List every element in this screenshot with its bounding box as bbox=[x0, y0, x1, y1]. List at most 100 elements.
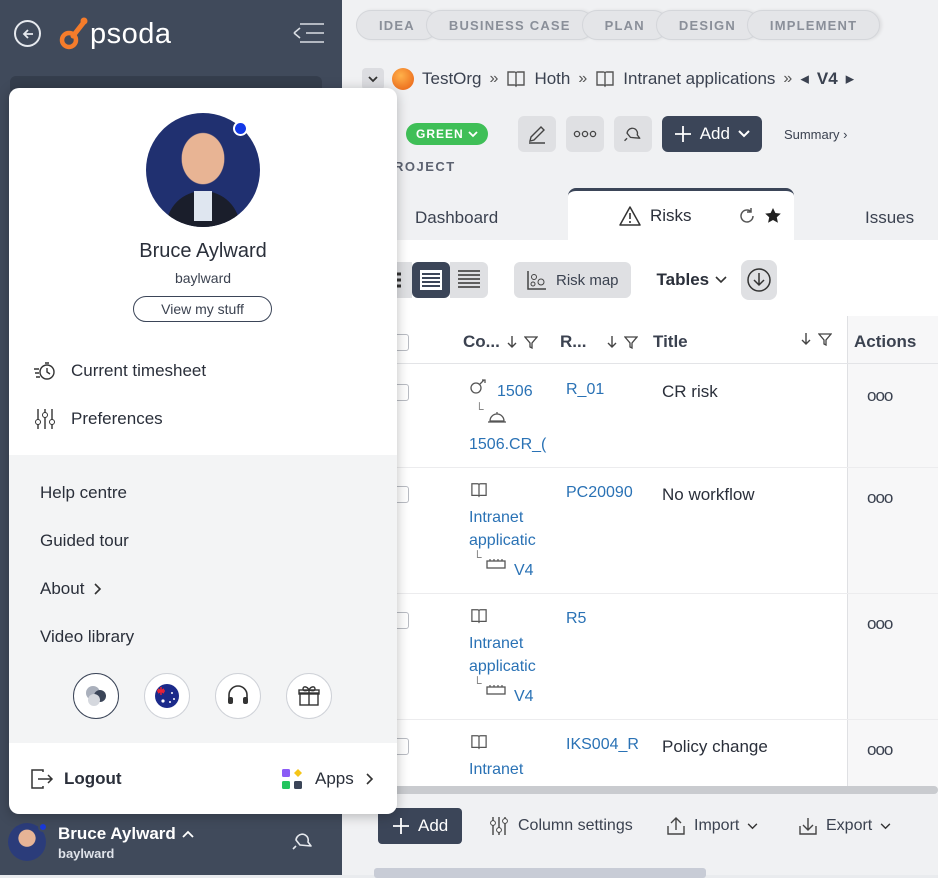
breadcrumb-toggle[interactable] bbox=[362, 68, 384, 90]
row-code-sub-link[interactable]: 1506.CR_( bbox=[469, 436, 546, 454]
add-button[interactable]: Add bbox=[661, 116, 762, 152]
row-ref-link[interactable]: R5 bbox=[566, 610, 586, 628]
more-options-button[interactable] bbox=[565, 116, 604, 152]
back-icon[interactable] bbox=[14, 20, 41, 47]
summary-link[interactable]: Summary › bbox=[784, 127, 848, 142]
row-code-link[interactable]: Intranet bbox=[469, 635, 523, 653]
row-ref-link[interactable]: R_01 bbox=[566, 381, 604, 399]
stage-bar: IDEA BUSINESS CASE PLAN DESIGN IMPLEMENT bbox=[356, 10, 881, 40]
row-version-link[interactable]: V4 bbox=[514, 562, 534, 580]
tab-issues[interactable]: Issues bbox=[865, 208, 914, 228]
notifications-button[interactable] bbox=[613, 116, 652, 152]
table-header: Co... R... Title bbox=[342, 324, 938, 364]
bell-icon bbox=[623, 127, 641, 142]
col-code-label: Co... bbox=[463, 332, 500, 351]
view-compact-button[interactable] bbox=[450, 262, 488, 298]
col-code[interactable]: Co... bbox=[463, 332, 538, 352]
risk-map-button[interactable]: Risk map bbox=[514, 262, 631, 298]
import-button[interactable]: Import bbox=[666, 808, 758, 844]
chevron-down-icon bbox=[747, 822, 758, 829]
bell-icon[interactable] bbox=[290, 828, 316, 854]
stage-implement[interactable]: IMPLEMENT bbox=[746, 10, 881, 40]
view-my-stuff-button[interactable]: View my stuff bbox=[133, 296, 272, 322]
filter-icon[interactable] bbox=[818, 332, 832, 346]
sort-down-icon[interactable] bbox=[606, 335, 618, 349]
theme-toggle-button[interactable] bbox=[73, 673, 119, 719]
user-full-name: Bruce Aylward bbox=[139, 240, 267, 262]
row-actions-icon[interactable]: ooo bbox=[867, 488, 893, 508]
collapse-sidebar-icon[interactable] bbox=[292, 22, 326, 44]
breadcrumb-project[interactable]: Intranet applications bbox=[623, 69, 775, 89]
edit-button[interactable] bbox=[517, 116, 556, 152]
menu-guided-tour[interactable]: Guided tour bbox=[40, 531, 129, 551]
row-actions-icon[interactable]: ooo bbox=[867, 740, 893, 760]
whats-new-button[interactable] bbox=[286, 673, 332, 719]
tab-dashboard[interactable]: Dashboard bbox=[415, 208, 498, 228]
row-ref-link[interactable]: IKS004_R bbox=[566, 736, 639, 754]
row-actions-icon[interactable]: ooo bbox=[867, 386, 893, 406]
menu-current-timesheet[interactable]: Current timesheet bbox=[33, 359, 206, 383]
chevron-down-icon bbox=[880, 822, 891, 829]
psoda-logo[interactable]: psoda bbox=[58, 12, 172, 56]
next-version-icon[interactable]: ▸ bbox=[846, 69, 855, 89]
table-row: Intranet applicatic └ V4 PC20090 No work… bbox=[342, 468, 938, 594]
menu-about[interactable]: About bbox=[40, 579, 102, 599]
user-username: baylward bbox=[174, 270, 232, 286]
logout-button[interactable]: Logout bbox=[30, 768, 122, 790]
support-button[interactable] bbox=[215, 673, 261, 719]
user-menu-popup: Bruce Aylward baylward View my stuff Cur… bbox=[9, 88, 397, 814]
apps-button[interactable]: Apps bbox=[281, 768, 374, 790]
book-icon bbox=[596, 71, 614, 88]
row-code-link[interactable]: 1506 bbox=[497, 383, 533, 401]
breadcrumb-separator: » bbox=[783, 70, 793, 87]
tables-label: Tables bbox=[656, 270, 710, 289]
view-table-button[interactable] bbox=[412, 262, 450, 298]
col-ref[interactable]: R... bbox=[560, 332, 639, 352]
language-region-button[interactable] bbox=[144, 673, 190, 719]
stage-business-case[interactable]: BUSINESS CASE bbox=[425, 10, 594, 40]
filter-icon[interactable] bbox=[624, 335, 639, 349]
export-button[interactable]: Export bbox=[798, 808, 891, 844]
menu-video-library[interactable]: Video library bbox=[40, 627, 134, 647]
pencil-icon bbox=[528, 126, 545, 144]
row-code-link-cont[interactable]: applicatic bbox=[469, 532, 536, 550]
download-button[interactable] bbox=[741, 260, 778, 300]
tab-risks[interactable]: Risks bbox=[568, 188, 794, 240]
status-badge[interactable]: GREEN bbox=[406, 123, 488, 145]
column-settings-button[interactable]: Column settings bbox=[488, 808, 633, 844]
add-button-label: Add bbox=[699, 124, 730, 143]
menu-help-centre[interactable]: Help centre bbox=[40, 483, 127, 503]
filter-icon[interactable] bbox=[523, 335, 538, 349]
star-icon[interactable] bbox=[764, 207, 782, 225]
row-code-link[interactable]: Intranet bbox=[469, 761, 523, 779]
stage-plan[interactable]: PLAN bbox=[581, 10, 668, 40]
row-actions-icon[interactable]: ooo bbox=[867, 614, 893, 634]
breadcrumb-org[interactable]: TestOrg bbox=[422, 69, 482, 89]
online-dot bbox=[38, 822, 48, 832]
tables-dropdown[interactable]: Tables bbox=[657, 270, 728, 290]
row-ref-link[interactable]: PC20090 bbox=[566, 484, 633, 502]
col-ref-label: R... bbox=[560, 332, 587, 351]
row-code-link-cont[interactable]: applicatic bbox=[469, 658, 536, 676]
row-code-link[interactable]: Intranet bbox=[469, 509, 523, 527]
refresh-icon[interactable] bbox=[738, 207, 756, 225]
chevron-down-icon bbox=[368, 75, 378, 82]
prev-version-icon[interactable]: ◂ bbox=[800, 69, 809, 89]
add-row-button[interactable]: Add bbox=[378, 808, 463, 844]
sort-down-icon[interactable] bbox=[506, 335, 518, 349]
sidebar-user[interactable]: Bruce Aylward baylward bbox=[8, 818, 338, 866]
menu-preferences[interactable]: Preferences bbox=[33, 407, 163, 431]
preferences-icon bbox=[35, 409, 55, 429]
row-version-link[interactable]: V4 bbox=[514, 688, 534, 706]
breadcrumb-program[interactable]: Hoth bbox=[534, 69, 570, 89]
horizontal-scrollbar[interactable] bbox=[356, 786, 938, 794]
col-title[interactable]: Title bbox=[653, 332, 688, 352]
breadcrumb-current[interactable]: V4 bbox=[817, 69, 838, 89]
view-toolbar: Risk map Tables bbox=[382, 260, 778, 300]
sort-down-icon[interactable] bbox=[800, 332, 812, 346]
row-title: Policy change bbox=[662, 737, 768, 756]
change-request-icon bbox=[470, 379, 486, 394]
stage-design[interactable]: DESIGN bbox=[655, 10, 759, 40]
table-icon bbox=[420, 270, 442, 290]
export-label: Export bbox=[826, 817, 873, 834]
